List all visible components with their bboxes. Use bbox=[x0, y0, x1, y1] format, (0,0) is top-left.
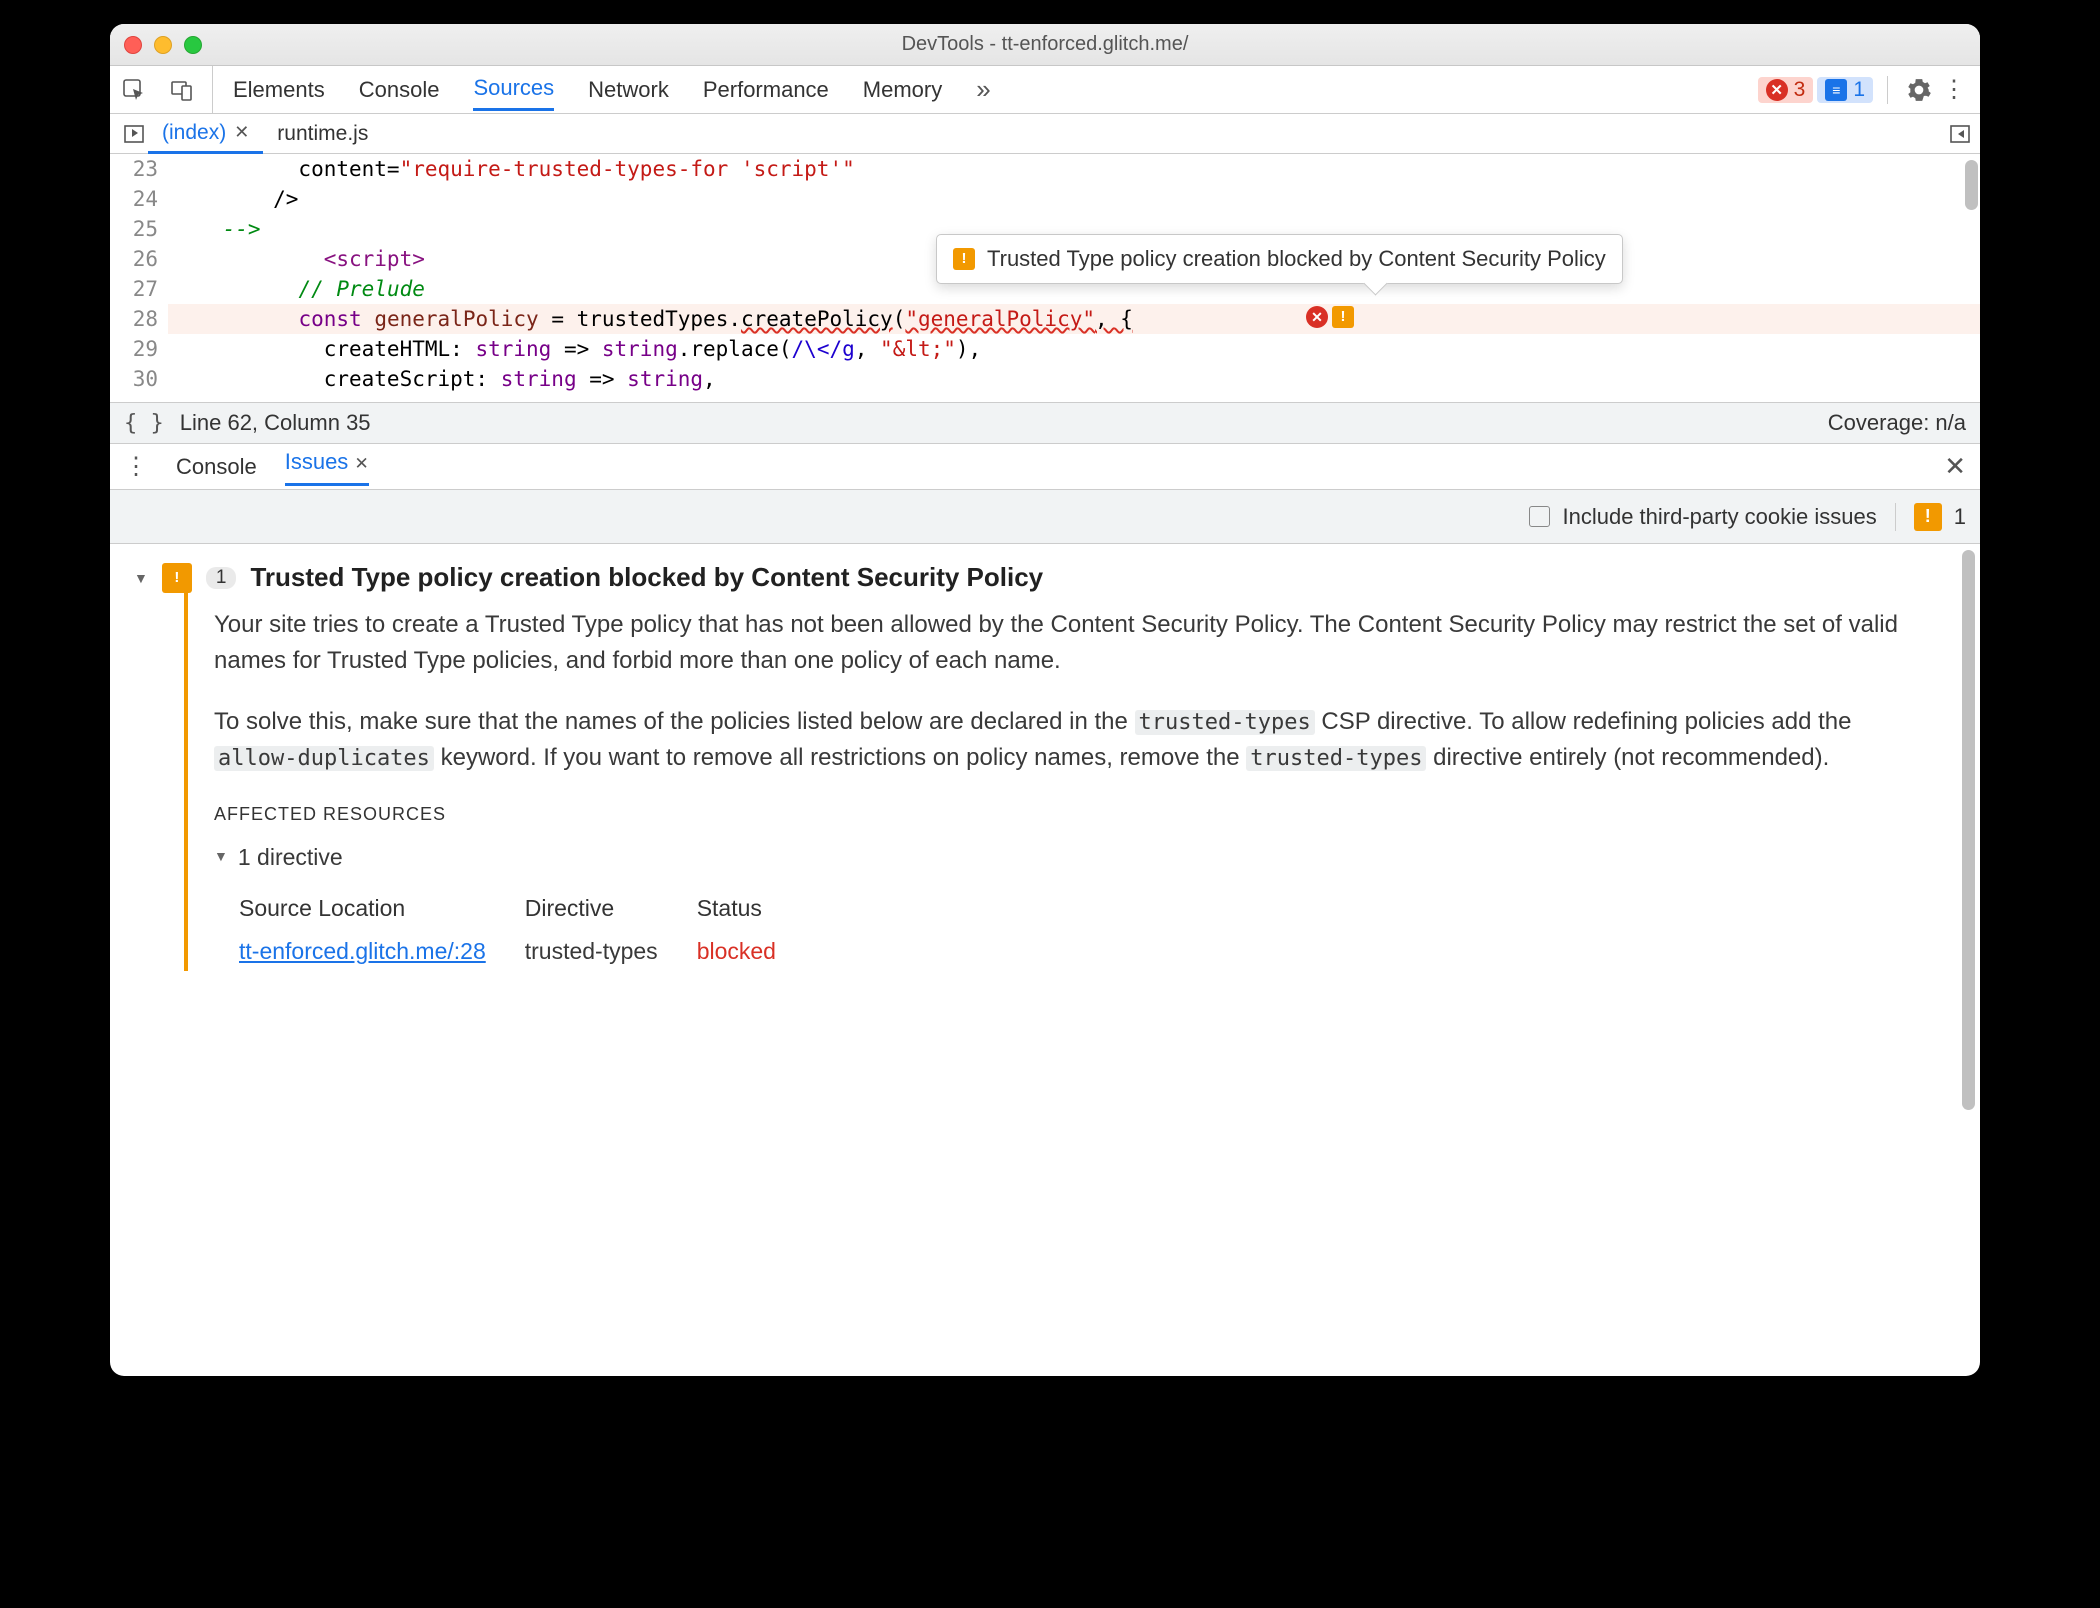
code-lines: content="require-trusted-types-for 'scri… bbox=[168, 154, 1980, 402]
issue-detail: Your site tries to create a Trusted Type… bbox=[184, 593, 1956, 971]
col-directive: Directive bbox=[524, 890, 694, 931]
debugger-toggle-icon[interactable] bbox=[1950, 124, 1970, 144]
chevron-down-icon: ▼ bbox=[134, 570, 148, 586]
error-count: 3 bbox=[1794, 78, 1806, 102]
more-icon[interactable]: ⋮ bbox=[1940, 75, 1968, 104]
drawer-tab-issues[interactable]: Issues ✕ bbox=[285, 449, 369, 486]
warning-icon: ! bbox=[953, 248, 975, 270]
devtools-window: DevTools - tt-enforced.glitch.me/ Elemen… bbox=[110, 24, 1980, 1376]
device-toolbar-icon[interactable] bbox=[158, 66, 206, 113]
code-snippet: trusted-types bbox=[1246, 746, 1426, 771]
minimize-window-button[interactable] bbox=[154, 36, 172, 54]
col-status: Status bbox=[696, 890, 812, 931]
tab-performance[interactable]: Performance bbox=[703, 71, 829, 109]
tabs-overflow-icon[interactable]: » bbox=[976, 68, 990, 111]
close-drawer-icon[interactable]: ✕ bbox=[1944, 451, 1966, 482]
code-snippet: trusted-types bbox=[1135, 710, 1315, 735]
issue-count-badge: 1 bbox=[206, 567, 237, 589]
message-count: 1 bbox=[1853, 78, 1865, 102]
drawer-tab-console[interactable]: Console bbox=[176, 454, 257, 480]
scrollbar-vertical[interactable] bbox=[1965, 160, 1978, 210]
file-tab-label: (index) bbox=[162, 121, 226, 145]
tooltip-text: Trusted Type policy creation blocked by … bbox=[987, 244, 1606, 274]
tab-memory[interactable]: Memory bbox=[863, 71, 942, 109]
issue-paragraph: Your site tries to create a Trusted Type… bbox=[214, 607, 1934, 678]
file-tab-runtime[interactable]: runtime.js bbox=[263, 114, 382, 153]
tab-console[interactable]: Console bbox=[359, 71, 440, 109]
editor-status: { } Line 62, Column 35 Coverage: n/a bbox=[110, 402, 1980, 444]
tooltip: ! Trusted Type policy creation blocked b… bbox=[936, 234, 1623, 284]
issues-toolbar: Include third-party cookie issues ! 1 bbox=[110, 490, 1980, 544]
separator bbox=[1895, 503, 1896, 531]
col-source: Source Location bbox=[238, 890, 522, 931]
issue-count: 1 bbox=[1954, 504, 1966, 530]
directive-count: 1 directive bbox=[238, 840, 343, 874]
line-gutter: 2324252627282930 bbox=[110, 154, 168, 402]
issue-paragraph: To solve this, make sure that the names … bbox=[214, 704, 1934, 775]
table-row: tt-enforced.glitch.me/:28 trusted-types … bbox=[238, 933, 812, 969]
tab-elements[interactable]: Elements bbox=[233, 71, 325, 109]
status-value: blocked bbox=[696, 933, 812, 969]
chevron-down-icon: ▼ bbox=[214, 846, 228, 867]
inline-issue-icons[interactable]: ✕ ! bbox=[1306, 306, 1354, 328]
navigator-toggle-icon[interactable] bbox=[120, 124, 148, 144]
window-title: DevTools - tt-enforced.glitch.me/ bbox=[110, 33, 1980, 56]
include-cookies-checkbox[interactable] bbox=[1529, 506, 1550, 527]
cursor-position: Line 62, Column 35 bbox=[180, 410, 371, 436]
file-tab-label: runtime.js bbox=[277, 122, 368, 146]
affected-resources-label: AFFECTED RESOURCES bbox=[214, 801, 1934, 828]
main-toolbar: Elements Console Sources Network Perform… bbox=[110, 66, 1980, 114]
settings-icon[interactable] bbox=[1902, 77, 1936, 103]
source-link[interactable]: tt-enforced.glitch.me/:28 bbox=[239, 938, 486, 964]
more-icon[interactable]: ⋮ bbox=[124, 452, 148, 481]
close-icon[interactable]: ✕ bbox=[354, 454, 368, 473]
inspect-icon[interactable] bbox=[110, 66, 158, 113]
message-icon: ≡ bbox=[1825, 79, 1847, 101]
issue-title: Trusted Type policy creation blocked by … bbox=[250, 562, 1043, 593]
window-controls bbox=[124, 36, 202, 54]
tab-network[interactable]: Network bbox=[588, 71, 669, 109]
message-counter[interactable]: ≡ 1 bbox=[1817, 77, 1873, 103]
file-tabs-bar: (index) ✕ runtime.js bbox=[110, 114, 1980, 154]
code-editor[interactable]: 2324252627282930 content="require-truste… bbox=[110, 154, 1980, 402]
issue-header[interactable]: ▼ ! 1 Trusted Type policy creation block… bbox=[134, 562, 1956, 593]
format-icon[interactable]: { } bbox=[124, 411, 164, 436]
titlebar: DevTools - tt-enforced.glitch.me/ bbox=[110, 24, 1980, 66]
issues-body: ▼ ! 1 Trusted Type policy creation block… bbox=[110, 544, 1980, 1376]
drawer-tabs: ⋮ Console Issues ✕ ✕ bbox=[110, 444, 1980, 490]
separator bbox=[1887, 76, 1888, 104]
close-icon[interactable]: ✕ bbox=[234, 122, 249, 143]
close-window-button[interactable] bbox=[124, 36, 142, 54]
error-icon: ✕ bbox=[1306, 306, 1328, 328]
directive-value: trusted-types bbox=[524, 933, 694, 969]
coverage-label: Coverage: n/a bbox=[1828, 410, 1966, 436]
main-tabs: Elements Console Sources Network Perform… bbox=[212, 66, 991, 113]
affected-table: Source Location Directive Status tt-enfo… bbox=[236, 888, 814, 971]
tab-sources[interactable]: Sources bbox=[473, 69, 554, 111]
include-cookies-label: Include third-party cookie issues bbox=[1562, 504, 1876, 530]
file-tab-index[interactable]: (index) ✕ bbox=[148, 115, 263, 154]
scrollbar-vertical[interactable] bbox=[1962, 550, 1975, 1110]
warning-icon: ! bbox=[162, 563, 192, 593]
warning-icon: ! bbox=[1914, 503, 1942, 531]
maximize-window-button[interactable] bbox=[184, 36, 202, 54]
error-counter[interactable]: ✕ 3 bbox=[1758, 77, 1814, 103]
warning-icon: ! bbox=[1332, 306, 1354, 328]
directive-group[interactable]: ▼ 1 directive bbox=[214, 840, 1934, 874]
error-icon: ✕ bbox=[1766, 79, 1788, 101]
code-snippet: allow-duplicates bbox=[214, 746, 434, 771]
